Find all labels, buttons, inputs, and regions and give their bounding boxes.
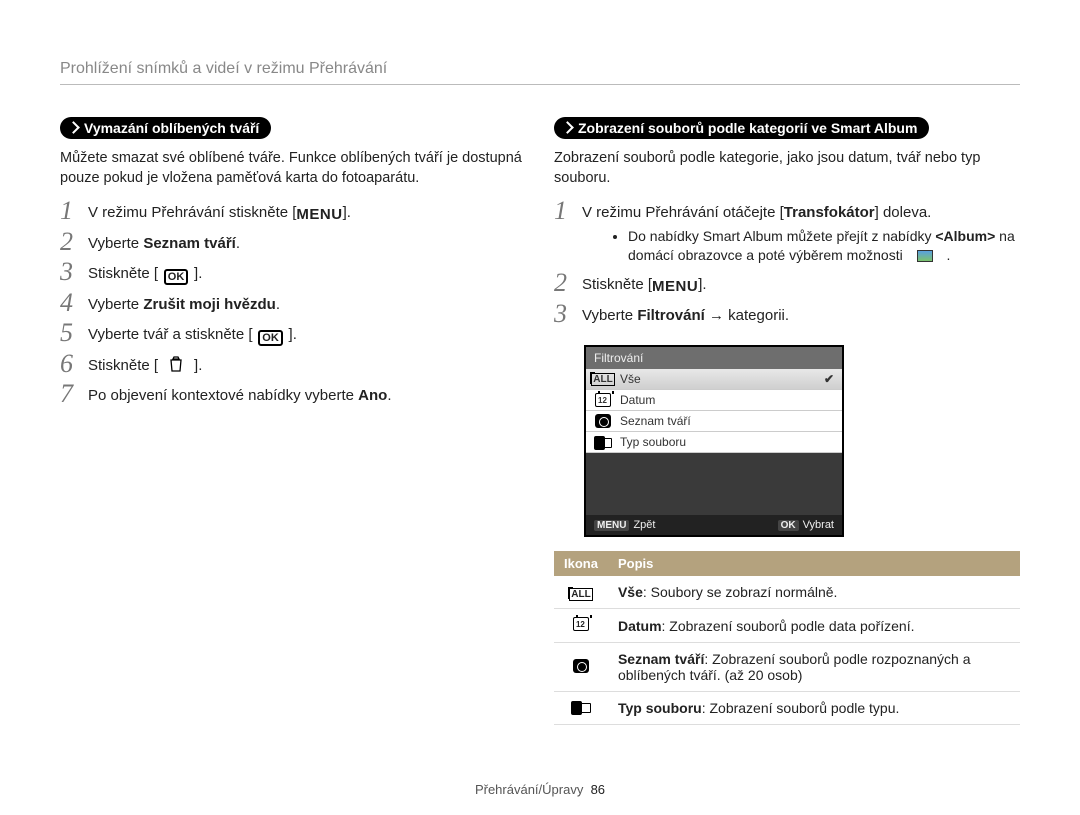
step: Stiskněte [OK]. — [60, 259, 526, 290]
filter-option[interactable]: ALL Vše ✔ — [586, 369, 842, 390]
text: Filtrování — [637, 307, 705, 324]
badge-smart-album: Zobrazení souborů podle kategorií ve Sma… — [554, 117, 929, 139]
text: ]. — [194, 357, 202, 374]
page-title: Prohlížení snímků a videí v režimu Přehr… — [60, 60, 1020, 85]
badge-delete-faces: Vymazání oblíbených tváří — [60, 117, 271, 139]
face-list-icon — [595, 414, 611, 428]
file-type-icon — [571, 701, 591, 713]
left-column: Vymazání oblíbených tváří Můžete smazat … — [60, 117, 526, 725]
step: Stiskněte []. — [60, 351, 526, 382]
text: Vyberte — [88, 296, 143, 313]
text: Seznam tváří — [143, 235, 236, 252]
text: Zrušit moji hvězdu — [143, 296, 276, 313]
step: Po objevení kontextové nabídky vyberte A… — [60, 381, 526, 412]
text: ] doleva. — [875, 204, 932, 221]
icon-description-table: Ikona Popis ALLVše: Soubory se zobrazí n… — [554, 551, 1020, 725]
text: Stiskněte [ — [88, 357, 158, 374]
th-icon: Ikona — [554, 551, 608, 576]
substep: Do nabídky Smart Album můžete přejít z n… — [628, 227, 1020, 267]
calendar-icon — [573, 617, 589, 631]
filter-option[interactable]: Datum — [586, 390, 842, 411]
screen-footer-back: MENUZpět — [594, 519, 655, 531]
left-steps: V režimu Přehrávání stiskněte [MENU].Vyb… — [60, 198, 526, 412]
filter-option-label: Seznam tváří — [620, 414, 691, 428]
text: Vyberte — [88, 235, 143, 252]
check-icon: ✔ — [824, 372, 834, 386]
step: Vyberte tvář a stiskněte [OK]. — [60, 320, 526, 351]
text: . — [236, 235, 240, 252]
right-column: Zobrazení souborů podle kategorií ve Sma… — [554, 117, 1020, 725]
text: Vyberte — [582, 307, 637, 324]
page-footer: Přehrávání/Úpravy 86 — [0, 782, 1080, 797]
text: Ano — [358, 387, 387, 404]
thumbnail-icon — [907, 249, 943, 263]
text: Vyberte tvář a stiskněte [ — [88, 326, 253, 343]
file-type-icon — [594, 436, 612, 448]
table-row: Datum: Zobrazení souborů podle data poří… — [554, 609, 1020, 643]
text: Po objevení kontextové nabídky vyberte — [88, 387, 358, 404]
table-row: Typ souboru: Zobrazení souborů podle typ… — [554, 692, 1020, 725]
text: V režimu Přehrávání otáčejte [ — [582, 204, 784, 221]
screen-footer-select: OKVybrat — [778, 519, 834, 531]
right-intro: Zobrazení souborů podle kategorie, jako … — [554, 149, 1020, 188]
text: Stiskněte [ — [582, 276, 652, 293]
text: <Album> — [935, 228, 995, 244]
text: ]. — [698, 276, 706, 293]
text: Do nabídky Smart Album můžete přejít z n… — [628, 228, 935, 244]
ok-icon: OK — [158, 270, 194, 284]
step: V režimu Přehrávání stiskněte [MENU]. — [60, 198, 526, 229]
right-steps: V režimu Přehrávání otáčejte [Transfokát… — [554, 198, 1020, 331]
step: Vyberte Seznam tváří. — [60, 229, 526, 260]
table-row: ALLVše: Soubory se zobrazí normálně. — [554, 576, 1020, 609]
text: . — [943, 247, 951, 263]
table-row: Seznam tváří: Zobrazení souborů podle ro… — [554, 643, 1020, 692]
th-desc: Popis — [608, 551, 1020, 576]
filter-option[interactable]: Typ souboru — [586, 432, 842, 453]
filter-option-label: Typ souboru — [620, 435, 686, 449]
text: Stiskněte [ — [88, 265, 158, 282]
left-intro: Můžete smazat své oblíbené tváře. Funkce… — [60, 149, 526, 188]
text: Transfokátor — [784, 204, 875, 221]
filter-option-label: Vše — [620, 372, 641, 386]
text: ]. — [289, 326, 297, 343]
filter-screen: Filtrování ALL Vše ✔ Datum Seznam tváří Typ s… — [584, 345, 844, 537]
menu-icon: MENU — [652, 281, 698, 295]
calendar-icon — [595, 393, 611, 407]
filter-option[interactable]: Seznam tváří — [586, 411, 842, 432]
face-list-icon — [573, 659, 589, 673]
step: Vyberte Filtrování → kategorii. — [554, 301, 1020, 332]
text: V režimu Přehrávání stiskněte [ — [88, 204, 296, 221]
text: ]. — [343, 204, 351, 221]
step: V režimu Přehrávání otáčejte [Transfokát… — [554, 198, 1020, 270]
step: Vyberte Zrušit moji hvězdu. — [60, 290, 526, 321]
filter-option-label: Datum — [620, 393, 655, 407]
filter-screen-title: Filtrování — [586, 347, 842, 369]
menu-icon: MENU — [296, 208, 342, 222]
text: . — [276, 296, 280, 313]
text: → kategorii. — [705, 307, 789, 324]
text: . — [387, 387, 391, 404]
ok-icon: OK — [253, 331, 289, 345]
all-icon: ALL — [591, 373, 614, 386]
trash-icon — [158, 357, 194, 371]
step: Stiskněte [MENU]. — [554, 270, 1020, 301]
text: ]. — [194, 265, 202, 282]
all-icon: ALL — [569, 588, 592, 601]
